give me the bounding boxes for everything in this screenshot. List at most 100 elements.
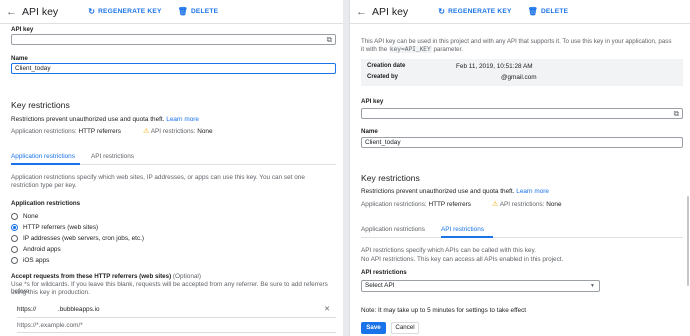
page-title: API key (372, 5, 409, 18)
created-by-label: Created by (367, 74, 399, 80)
intro-line-2-post: parameter. (433, 46, 464, 53)
warning-icon: ⚠ (143, 128, 150, 135)
page-title: API key (22, 5, 59, 18)
scrollbar[interactable] (687, 196, 689, 286)
key-metadata-table: Creation date Feb 11, 2019, 10:51:28 AM … (361, 59, 683, 86)
regenerate-key-button[interactable]: ↻ REGENERATE KEY (438, 7, 511, 16)
radio-label: None (23, 213, 39, 220)
learn-more-link[interactable]: Learn more (516, 188, 549, 195)
tab-application-restrictions[interactable]: Application restrictions (361, 224, 425, 238)
referrer-new-entry[interactable]: https://*.example.com/* (17, 322, 336, 333)
radio-http-referrers[interactable]: HTTP referrers (web sites) (11, 224, 98, 231)
right-panel: ← API key ↻ REGENERATE KEY 🗑 DELETE This… (349, 0, 690, 336)
referrers-optional: (Optional) (172, 273, 201, 280)
referrer-input-placeholder: https://*.example.com/* (17, 322, 83, 329)
key-restrictions-heading: Key restrictions (361, 173, 420, 183)
api-restrictions-heading: API restrictions (361, 269, 407, 276)
app-restrictions-summary-label: Application restrictions: (11, 128, 77, 135)
api-restrictions-desc-1: API restrictions specify which APIs can … (361, 247, 536, 254)
restriction-tabs: Application restrictions API restriction… (11, 151, 336, 165)
restrictions-description-text: Restrictions prevent unauthorized use an… (361, 188, 515, 195)
refresh-icon: ↻ (88, 7, 96, 16)
restrictions-summary: Application restrictions: HTTP referrers (11, 128, 121, 135)
intro-line-2-pre: it with the (361, 46, 388, 53)
intro-code: key=API_KEY (388, 46, 432, 53)
radio-label: Android apps (23, 246, 61, 253)
radio-ip-addresses[interactable]: IP addresses (web servers, cron jobs, et… (11, 235, 144, 242)
restrictions-description: Restrictions prevent unauthorized use an… (11, 116, 199, 123)
select-api-dropdown[interactable]: Select API ▼ (361, 280, 600, 292)
referrer-entry-row: https:// .bubbleapps.io ✕ (17, 306, 336, 318)
restrictions-description-text: Restrictions prevent unauthorized use an… (11, 116, 165, 123)
radio-label: IP addresses (web servers, cron jobs, et… (23, 235, 144, 242)
referrer-entry-suffix: .bubbleapps.io (57, 306, 100, 313)
back-arrow-icon[interactable]: ← (356, 6, 372, 18)
tab-api-restrictions[interactable]: API restrictions (91, 151, 134, 165)
api-key-label: API key (361, 98, 384, 105)
back-arrow-icon[interactable]: ← (6, 6, 22, 18)
name-input[interactable]: Client_today (11, 63, 336, 74)
api-restrictions-summary: ⚠ API restrictions: None (143, 127, 213, 135)
key-restrictions-heading: Key restrictions (11, 100, 70, 110)
api-restrictions-summary-label: API restrictions: (150, 128, 196, 135)
delete-button[interactable]: 🗑 DELETE (528, 7, 569, 16)
radio-android-apps[interactable]: Android apps (11, 246, 61, 253)
intro-line-2: it with the key=API_KEY parameter. (361, 46, 463, 53)
left-panel: ← API key ↻ REGENERATE KEY 🗑 DELETE API … (0, 0, 343, 336)
app-restrictions-summary-value: HTTP referrers (78, 128, 122, 135)
app-restrictions-desc-1: Application restrictions specify which w… (11, 174, 305, 181)
api-key-field[interactable]: ⧉ (361, 108, 683, 119)
settings-note: Note: It may take up to 5 minutes for se… (361, 307, 527, 314)
creation-date-value: Feb 11, 2019, 10:51:28 AM (456, 63, 533, 70)
radio-label: HTTP referrers (web sites) (23, 224, 99, 231)
tab-application-restrictions[interactable]: Application restrictions (11, 151, 80, 165)
referrers-help-2: using this key in production. (11, 289, 90, 296)
created-by-value: @gmail.com (501, 74, 537, 81)
name-input[interactable]: Client_today (361, 137, 683, 148)
trash-icon: 🗑 (527, 7, 538, 16)
restrictions-summary: Application restrictions: HTTP referrers (361, 201, 471, 208)
trash-icon: 🗑 (177, 7, 188, 16)
save-button[interactable]: Save (361, 322, 386, 334)
radio-circle (11, 235, 18, 242)
tab-api-restrictions[interactable]: API restrictions (441, 224, 493, 238)
regenerate-key-button[interactable]: ↻ REGENERATE KEY (88, 7, 161, 16)
app-restrictions-summary-label: Application restrictions: (361, 201, 427, 208)
radio-ios-apps[interactable]: iOS apps (11, 257, 49, 264)
copy-icon[interactable]: ⧉ (327, 35, 332, 44)
api-restrictions-desc-2: No API restrictions. This key can access… (361, 256, 564, 263)
select-api-value: Select API (365, 282, 395, 289)
radio-circle (11, 246, 18, 253)
refresh-icon: ↻ (438, 7, 446, 16)
api-restrictions-summary-label: API restrictions: (499, 201, 545, 208)
api-restrictions-summary-value: None (546, 201, 562, 208)
delete-label: DELETE (540, 8, 569, 15)
radio-none[interactable]: None (11, 213, 38, 220)
restriction-tabs: Application restrictions API restriction… (361, 224, 683, 238)
radio-circle (11, 213, 18, 220)
cancel-button[interactable]: Cancel (391, 322, 419, 334)
app-restrictions-summary-value: HTTP referrers (428, 201, 472, 208)
radio-circle (11, 257, 18, 264)
warning-icon: ⚠ (492, 201, 499, 208)
api-key-label: API key (11, 26, 34, 33)
api-key-field[interactable]: ⧉ (11, 34, 336, 45)
dropdown-arrow-icon: ▼ (590, 283, 595, 289)
referrers-heading-text: Accept requests from these HTTP referrer… (11, 273, 172, 280)
learn-more-link[interactable]: Learn more (166, 116, 199, 123)
creation-date-label: Creation date (367, 63, 406, 69)
app-restrictions-heading: Application restrictions (11, 200, 81, 207)
regenerate-key-label: REGENERATE KEY (98, 8, 162, 15)
close-icon[interactable]: ✕ (324, 305, 330, 313)
intro-line-1: This API key can be used in this project… (361, 38, 672, 45)
delete-button[interactable]: 🗑 DELETE (178, 7, 219, 16)
app-restrictions-desc-2: restriction type per key. (11, 182, 77, 189)
left-toolbar: ← API key ↻ REGENERATE KEY 🗑 DELETE (0, 0, 343, 24)
referrers-heading: Accept requests from these HTTP referrer… (11, 273, 201, 280)
restrictions-description: Restrictions prevent unauthorized use an… (361, 188, 549, 195)
copy-icon[interactable]: ⧉ (674, 109, 679, 118)
referrer-entry-prefix: https:// (17, 306, 37, 313)
name-label: Name (361, 128, 378, 135)
name-label: Name (11, 55, 28, 62)
api-restrictions-summary-value: None (197, 128, 213, 135)
